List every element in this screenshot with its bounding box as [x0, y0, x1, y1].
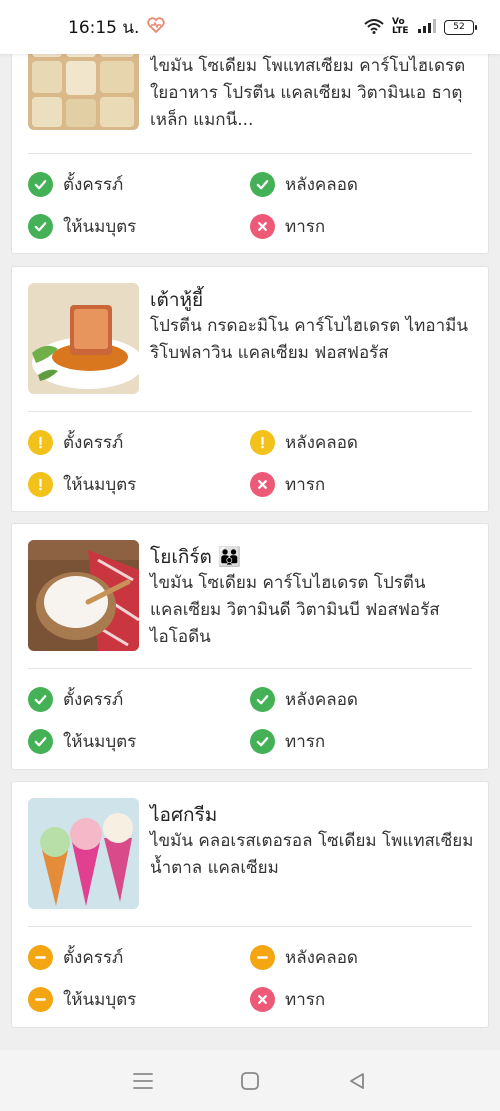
- food-nutrients: ไขมัน โซเดียม คาร์โบไฮเดรต โปรตีน แคลเซี…: [150, 573, 440, 647]
- tag-infant: ทารก: [250, 728, 325, 755]
- cross-icon: [250, 472, 275, 497]
- check-icon: [250, 687, 275, 712]
- tag-label: ทารก: [285, 990, 326, 1010]
- tag-label: หลังคลอด: [285, 433, 358, 453]
- minus-icon: [28, 945, 53, 970]
- cross-icon: [250, 214, 275, 239]
- warning-icon: [250, 430, 275, 455]
- divider: [28, 153, 472, 154]
- battery-icon: 52: [444, 19, 477, 35]
- tag-label: ให้นมบุตร: [63, 990, 137, 1010]
- food-card[interactable]: โยเกิร์ต 👪 ไขมัน โซเดียม คาร์โบไฮเดรต โป…: [11, 523, 489, 770]
- tag-breastfeeding: ให้นมบุตร: [28, 728, 136, 755]
- tag-breastfeeding: ให้นมบุตร: [28, 986, 136, 1013]
- network-label: Vo LTE: [392, 17, 409, 36]
- tag-postpartum: หลังคลอด: [250, 686, 358, 713]
- status-right: Vo LTE 52: [364, 17, 477, 37]
- food-title: โยเกิร์ต 👪: [150, 546, 242, 568]
- food-title: ไอศกรีม: [150, 804, 218, 826]
- check-icon: [28, 172, 53, 197]
- back-icon[interactable]: [337, 1061, 377, 1101]
- wifi-icon: [364, 18, 384, 37]
- divider: [28, 926, 472, 927]
- heart-rate-icon: [147, 16, 166, 38]
- food-card[interactable]: ไอศกรีม ไขมัน คลอเรสเตอรอล โซเดียม โพแทส…: [11, 781, 489, 1028]
- warning-icon: [28, 430, 53, 455]
- tag-pregnant: ตั้งครรภ์: [28, 171, 123, 198]
- food-thumbnail-image: [28, 540, 139, 651]
- tag-breastfeeding: ให้นมบุตร: [28, 213, 136, 240]
- tag-label: ให้นมบุตร: [63, 217, 137, 237]
- tag-label: ทารก: [285, 475, 326, 495]
- food-thumbnail-image: [28, 798, 139, 909]
- status-left: 16:15 น.: [68, 14, 166, 41]
- tag-infant: ทารก: [250, 986, 325, 1013]
- tag-postpartum: หลังคลอด: [250, 944, 358, 971]
- check-icon: [28, 687, 53, 712]
- tag-pregnant: ตั้งครรภ์: [28, 944, 123, 971]
- food-thumbnail-image: [28, 283, 139, 394]
- tag-label: ตั้งครรภ์: [63, 948, 124, 968]
- check-icon: [28, 729, 53, 754]
- cross-icon: [250, 987, 275, 1012]
- food-card[interactable]: เต้าหู้ยี้ โปรตีน กรดอะมิโน คาร์โบไฮเดรต…: [11, 266, 489, 512]
- tag-breastfeeding: ให้นมบุตร: [28, 471, 136, 498]
- status-time: 16:15 น.: [68, 17, 140, 38]
- food-nutrients: ไขมัน โซเดียม โพแทสเซียม คาร์โบไฮเดรต ใย…: [150, 56, 466, 130]
- battery-level: 52: [453, 22, 465, 32]
- tag-label: ตั้งครรภ์: [63, 690, 124, 710]
- divider: [28, 668, 472, 669]
- signal-icon: [418, 18, 436, 36]
- tag-infant: ทารก: [250, 213, 325, 240]
- system-nav-bar: [0, 1050, 500, 1111]
- tag-postpartum: หลังคลอด: [250, 171, 358, 198]
- check-icon: [250, 172, 275, 197]
- tag-label: หลังคลอด: [285, 690, 358, 710]
- tag-postpartum: หลังคลอด: [250, 429, 358, 456]
- warning-icon: [28, 472, 53, 497]
- tag-label: ให้นมบุตร: [63, 732, 137, 752]
- recent-apps-icon[interactable]: [123, 1061, 163, 1101]
- minus-icon: [250, 945, 275, 970]
- tag-pregnant: ตั้งครรภ์: [28, 686, 123, 713]
- status-bar: 16:15 น. Vo LTE 52: [0, 0, 500, 54]
- check-icon: [28, 214, 53, 239]
- tag-label: หลังคลอด: [285, 948, 358, 968]
- home-icon[interactable]: [230, 1061, 270, 1101]
- tag-label: ให้นมบุตร: [63, 475, 137, 495]
- divider: [28, 411, 472, 412]
- minus-icon: [28, 987, 53, 1012]
- tag-label: หลังคลอด: [285, 175, 358, 195]
- tag-pregnant: ตั้งครรภ์: [28, 429, 123, 456]
- tag-infant: ทารก: [250, 471, 325, 498]
- tag-label: ทารก: [285, 732, 326, 752]
- food-list[interactable]: ไขมัน โซเดียม โพแทสเซียม คาร์โบไฮเดรต ใย…: [0, 0, 500, 1050]
- tag-label: ตั้งครรภ์: [63, 433, 124, 453]
- tag-label: ตั้งครรภ์: [63, 175, 124, 195]
- tag-label: ทารก: [285, 217, 326, 237]
- check-icon: [250, 729, 275, 754]
- food-nutrients: ไขมัน คลอเรสเตอรอล โซเดียม โพแทสเซียม น้…: [150, 831, 474, 878]
- food-title: เต้าหู้ยี้: [150, 289, 204, 311]
- food-nutrients: โปรตีน กรดอะมิโน คาร์โบไฮเดรต ไทอามีน ริ…: [150, 316, 468, 363]
